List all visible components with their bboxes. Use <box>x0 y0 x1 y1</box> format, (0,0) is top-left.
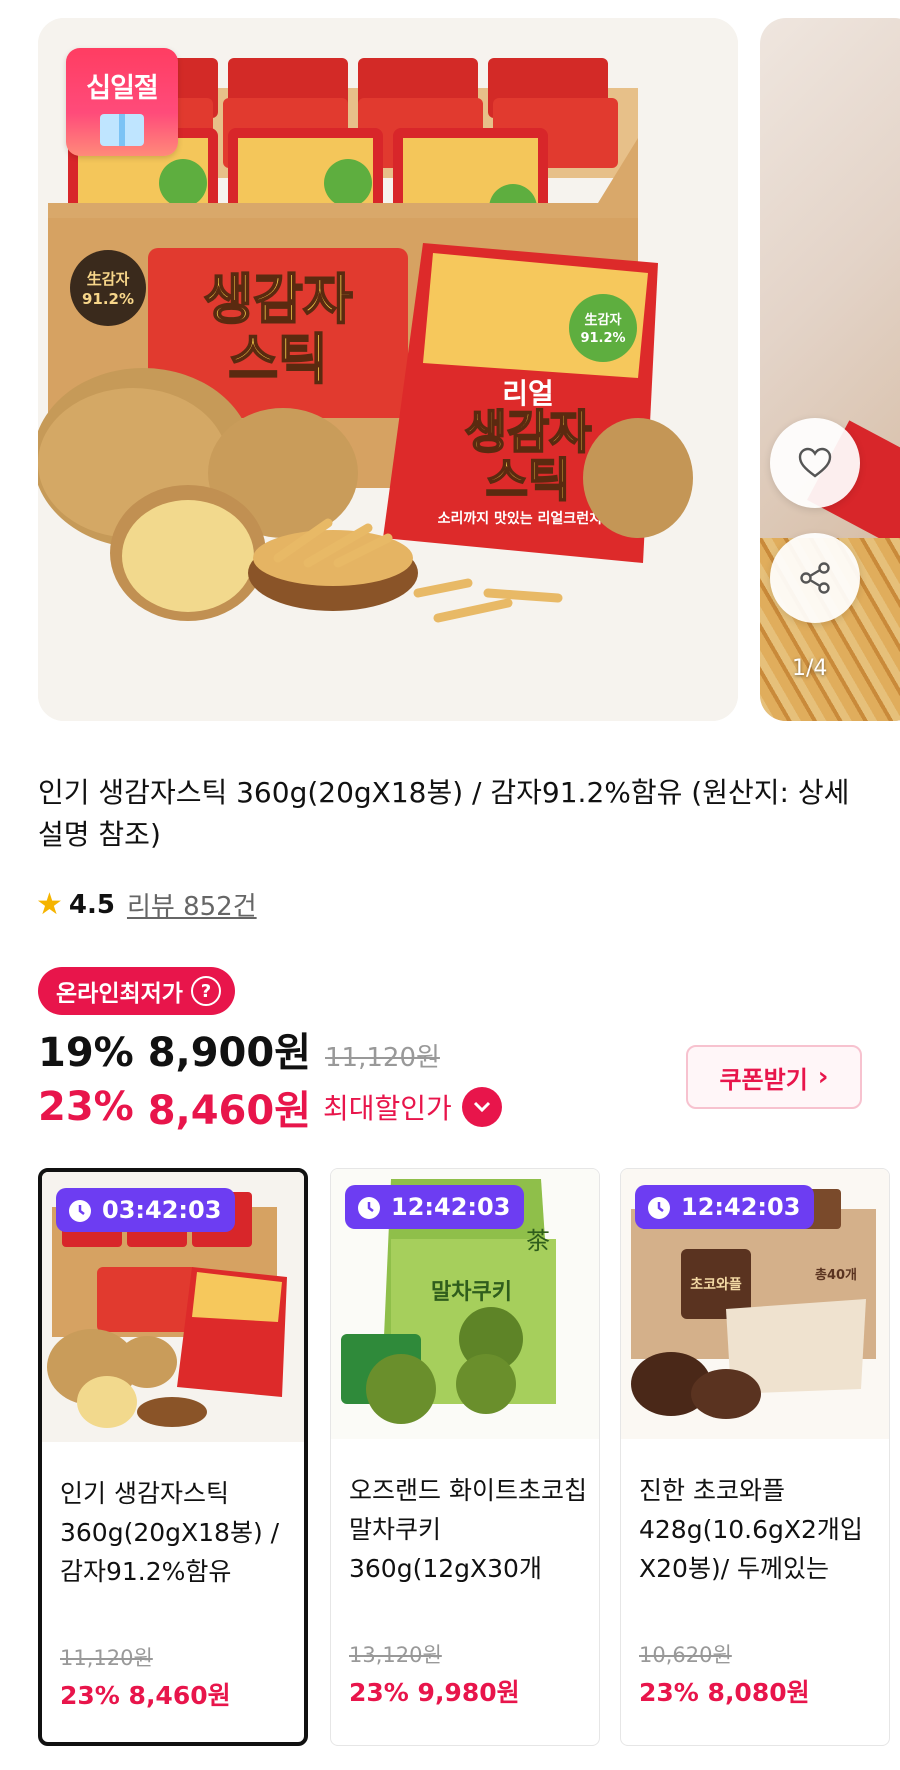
deal-timer-text: 12:42:03 <box>391 1193 511 1221</box>
pack-label: 초코와플 <box>690 1276 742 1293</box>
coupon-button[interactable]: 쿠폰받기 › <box>686 1045 862 1109</box>
chevron-right-icon: › <box>817 1062 829 1092</box>
deal-name: 진한 초코와플 428g(10.6gX2개입X20봉)/ 두께있는 <box>639 1476 863 1583</box>
heart-icon <box>798 447 832 478</box>
pack-name-line1: 생감자 <box>465 405 592 459</box>
deal-card[interactable]: 03:42:03 인기 생감자스틱 360g(20gX18봉) / 감자91.2… <box>38 1168 308 1746</box>
deal-original-price: 11,120원 <box>60 1646 153 1670</box>
deal-timer: 12:42:03 <box>345 1185 525 1229</box>
product-title: 인기 생감자스틱 360g(20gX18봉) / 감자91.2%함유 (원산지:… <box>38 776 850 851</box>
box-badge-line1: 生감자 <box>87 270 130 288</box>
deal-timer: 12:42:03 <box>635 1185 815 1229</box>
image-carousel[interactable]: 生감자 91.2% 생감자 스틱 生감자 91.2% 리얼 생감자 스틱 소리까… <box>0 0 900 730</box>
star-icon: ★ <box>36 887 63 922</box>
rating-score: 4.5 <box>68 889 115 920</box>
pack-badge-line2: 91.2% <box>580 331 625 346</box>
discount-rate: 19% <box>38 1030 134 1076</box>
lowest-price-badge[interactable]: 온라인최저가 ? <box>38 967 235 1015</box>
pack-count: 총40개 <box>815 1267 857 1283</box>
deal-timer: 03:42:03 <box>56 1188 236 1232</box>
max-discount-row[interactable]: 23% 8,460원 최대할인가 <box>38 1078 502 1136</box>
deal-thumbnail: 초코와플 총40개 12:42:03 <box>621 1169 889 1439</box>
max-discount-label: 최대할인가 <box>323 1092 452 1125</box>
deal-sale-price: 23% 9,980원 <box>349 1678 520 1707</box>
chevron-down-icon[interactable] <box>461 1087 502 1127</box>
max-discount-price: 8,460원 <box>147 1088 312 1134</box>
deal-original-price: 13,120원 <box>349 1643 442 1667</box>
deal-thumbnail: 말차쿠키 茶 12:42:03 <box>331 1169 599 1439</box>
wishlist-button[interactable] <box>770 418 860 508</box>
original-price: 11,120원 <box>325 1043 440 1073</box>
deal-original-price: 10,620원 <box>639 1643 732 1667</box>
pack-label: 말차쿠키 <box>431 1280 512 1305</box>
box-badge-line2: 91.2% <box>82 290 134 308</box>
lowest-price-label: 온라인최저가 <box>56 981 183 1007</box>
max-discount-rate: 23% <box>38 1084 134 1130</box>
deal-sale-price: 23% 8,460원 <box>60 1681 231 1710</box>
deal-card[interactable]: 초코와플 총40개 12:42:03 진한 초코와플 428g(10.6gX2개… <box>620 1168 890 1746</box>
gift-icon <box>100 114 144 146</box>
image-pager: 1/4 <box>792 656 828 681</box>
deal-thumbnail: 03:42:03 <box>42 1172 304 1442</box>
help-icon[interactable]: ? <box>190 976 221 1006</box>
share-button[interactable] <box>770 533 860 623</box>
deal-name: 인기 생감자스틱 360g(20gX18봉) / 감자91.2%함유 <box>60 1479 280 1586</box>
pack-name-line2: 스틱 <box>486 453 571 507</box>
deal-timer-text: 12:42:03 <box>681 1193 801 1221</box>
alarm-clock-icon <box>648 1197 670 1219</box>
rating-row: ★ 4.5 리뷰 852건 <box>36 886 257 923</box>
review-link[interactable]: 리뷰 852건 <box>127 886 257 923</box>
alarm-clock-icon <box>69 1200 91 1222</box>
pack-badge-line1: 生감자 <box>585 312 622 328</box>
coupon-label: 쿠폰받기 <box>719 1065 808 1094</box>
box-name-line2: 스틱 <box>228 328 327 391</box>
deal-card[interactable]: 말차쿠키 茶 12:42:03 오즈랜드 화이트초코칩 말차쿠키 360g(12… <box>330 1168 600 1746</box>
deal-sale-price: 23% 8,080원 <box>639 1678 810 1707</box>
pack-tag: 茶 <box>526 1227 550 1255</box>
alarm-clock-icon <box>358 1197 380 1219</box>
pack-slogan: 소리까지 맛있는 리얼크런치! <box>438 510 609 527</box>
event-sticker-text: 십일절 <box>86 73 159 104</box>
price-row: 19% 8,900원 11,120원 <box>38 1020 440 1078</box>
box-name-line1: 생감자 <box>203 268 352 331</box>
event-sticker: 십일절 <box>66 48 178 156</box>
deal-name: 오즈랜드 화이트초코칩 말차쿠키 360g(12gX30개 <box>349 1476 587 1583</box>
sale-price: 8,900원 <box>147 1030 312 1076</box>
deal-timer-text: 03:42:03 <box>102 1196 222 1224</box>
share-icon <box>800 562 830 594</box>
